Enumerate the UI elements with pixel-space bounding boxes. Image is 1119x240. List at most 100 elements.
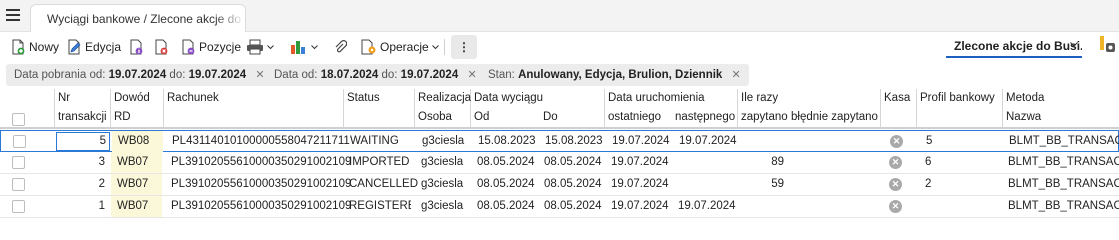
chevron-down-icon [1070,42,1078,47]
cell-rachunek: PL43114010100000558047211711 [172,135,350,147]
filter-chip-download-date[interactable]: Data pobrania od: 19.07.2024 do: 19.07.2… [6,64,273,86]
more-options-button[interactable]: ⋮ [451,35,477,59]
col-header-data-uruchomienia[interactable]: Data uruchomienia [608,92,705,104]
cell-od: 15.08.2023 [478,135,536,147]
col-header-od[interactable]: Od [474,111,489,123]
filter-label: Data pobrania [14,69,87,81]
positions-button[interactable]: Pozycje [180,37,241,57]
cell-osoba: g3ciesla [421,178,464,190]
chart-button[interactable] [290,37,318,57]
delete-button[interactable] [153,37,169,57]
new-document-icon [12,39,25,55]
cell-metoda: BLMT_BB_TRANSACT [1009,135,1119,147]
cell-od: 08.05.2024 [477,200,535,212]
header-row-1: Nr Dowód Rachunek Status Realizacja Data… [0,89,1119,108]
cell-ostatniego: 19.07.2024 [611,178,669,190]
printer-icon [247,39,263,55]
print-button[interactable] [246,37,274,57]
filter-to-label: do: [381,69,398,81]
cell-status: IMPORTED [349,156,410,168]
header-row-2: transakcji RD Osoba Od Do ostatniego nas… [0,108,1119,129]
cell-nr: 1 [98,200,105,212]
cell-rd: WB07 [117,156,149,168]
attach-button[interactable] [333,37,347,57]
cell-status: REGISTERED [349,200,411,212]
cell-ostatniego: 19.07.2024 [611,156,669,168]
col-header-rd[interactable]: RD [114,111,131,123]
close-icon[interactable]: ✕ [732,69,741,81]
filter-from-label: od: [301,69,318,81]
col-header-osoba[interactable]: Osoba [418,111,452,123]
row-checkbox[interactable] [12,156,25,169]
filter-chip-state[interactable]: Stan: Anulowany, Edycja, Brulion, Dzienn… [480,64,749,86]
cancel-circle-icon: ✕ [889,156,902,169]
filter-from-label: od: [89,69,106,81]
cell-zapytano: 59 [771,178,784,190]
filter-label: Data [274,69,299,81]
table-row[interactable]: 1 WB07 PL39102055610000350291002109 REGI… [0,196,1119,218]
cell-ostatniego: 19.07.2024 [612,135,670,147]
cell-rachunek: PL39102055610000350291002109 [171,178,352,190]
positions-document-icon [182,39,195,55]
col-header-blednie[interactable]: błędnie zapytano [791,111,878,123]
select-all-checkbox[interactable] [12,113,25,126]
edit-document-icon [68,39,81,55]
col-header-rachunek[interactable]: Rachunek [167,92,219,104]
cell-rd: WB08 [118,135,150,147]
row-checkbox[interactable] [12,178,25,191]
settings-user-icon[interactable] [1098,35,1119,60]
cancel-circle-icon: ✕ [889,200,902,213]
new-button-label: Nowy [29,40,60,54]
more-icon: ⋮ [458,40,470,54]
table-row[interactable]: 5 WB08 PL43114010100000558047211711 WAIT… [0,130,1119,152]
cell-nr: 2 [98,178,105,190]
cell-status: CANCELLED [349,178,419,190]
row-checkbox[interactable] [13,135,26,148]
cell-rd: WB07 [117,178,149,190]
row-checkbox[interactable] [12,200,25,213]
table-row[interactable]: 3 WB07 PL39102055610000350291002109 IMPO… [0,152,1119,174]
table-row[interactable]: 2 WB07 PL39102055610000350291002109 CANC… [0,174,1119,196]
col-header-nr[interactable]: Nr [58,92,70,104]
delete-document-icon [155,39,168,55]
chevron-down-icon [311,44,318,49]
tab-bank-statements[interactable]: Wyciągi bankowe / Zlecone akcje do B [30,4,246,32]
cell-profil: 5 [926,135,933,147]
cell-ostatniego: 19.07.2024 [611,200,669,212]
edit-button-label: Edycja [85,40,122,54]
filter-to-value: 19.07.2024 [188,69,247,81]
operations-button-label: Operacje [380,40,429,54]
cell-rd: WB07 [117,200,149,212]
col-header-kasa[interactable]: Kasa [884,92,910,104]
filter-to-label: do: [169,69,186,81]
col-header-realizacja[interactable]: Realizacja [418,92,471,104]
col-header-data-wyciagu[interactable]: Data wyciągu [474,92,543,104]
col-header-zapytano[interactable]: zapytano [741,111,788,123]
col-header-do[interactable]: Do [543,111,558,123]
operations-button[interactable]: Operacje [360,37,439,57]
col-header-profil[interactable]: Profil bankowy [920,92,995,104]
filter-chip-date[interactable]: Data od: 18.07.2024 do: 19.07.2024 ✕ [266,64,485,86]
col-header-metoda[interactable]: Metoda [1006,92,1044,104]
new-button[interactable]: Nowy [10,37,59,57]
col-header-ile-razy[interactable]: Ile razy [741,92,778,104]
cancel-circle-icon: ✕ [890,135,903,148]
cell-nastepnego: 19.07.2024 [679,135,737,147]
info-button[interactable] [128,37,144,57]
col-header-ostatniego[interactable]: ostatniego [608,111,661,123]
edit-button[interactable]: Edycja [66,37,121,57]
close-icon[interactable]: ✕ [255,69,264,81]
col-header-nazwa[interactable]: Nazwa [1006,111,1041,123]
filter-value: Anulowany, Edycja, Brulion, Dziennik [518,69,723,81]
close-icon[interactable]: ✕ [467,69,476,81]
cell-metoda: BLMT_BB_TRANSACT [1008,156,1119,168]
info-document-icon [130,39,143,55]
cancel-circle-icon: ✕ [889,178,902,191]
view-select[interactable]: Zlecone akcje do Busi... [946,36,1082,58]
hamburger-icon[interactable] [6,9,20,21]
positions-button-label: Pozycje [199,40,242,54]
col-header-nastepnego[interactable]: następnego [675,111,735,123]
col-header-transakcji[interactable]: transakcji [58,111,107,123]
col-header-dowod[interactable]: Dowód [114,92,150,104]
col-header-status[interactable]: Status [347,92,380,104]
